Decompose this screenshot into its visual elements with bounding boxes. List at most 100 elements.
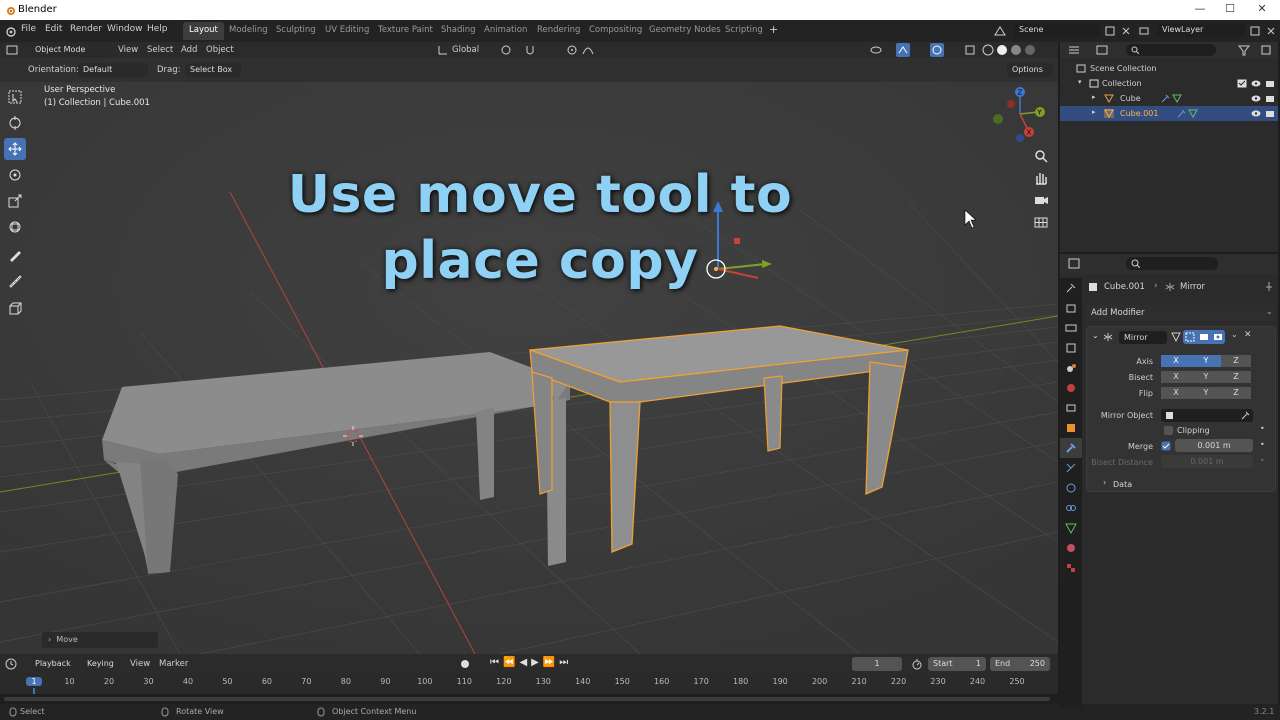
tab-layout[interactable]: Layout bbox=[183, 22, 224, 40]
modifier-name-field[interactable]: Mirror bbox=[1119, 331, 1167, 344]
menu-help[interactable]: Help bbox=[147, 24, 168, 34]
viewport-menu-object[interactable]: Object bbox=[206, 45, 234, 55]
particles-tab-icon[interactable] bbox=[1060, 458, 1082, 478]
orientation-selector[interactable]: Default bbox=[78, 63, 148, 77]
playback-controls[interactable]: ⏮⏪◀▶⏩⏭ bbox=[490, 657, 572, 668]
shading-solid-icon[interactable] bbox=[996, 44, 1008, 56]
texture-tab-icon[interactable] bbox=[1060, 558, 1082, 578]
gizmo-toggle-icon[interactable] bbox=[896, 43, 910, 57]
filter-icon[interactable] bbox=[1238, 44, 1250, 56]
add-modifier-button[interactable]: Add Modifier ⌄ bbox=[1086, 305, 1276, 321]
perspective-toggle-icon[interactable] bbox=[1033, 214, 1049, 230]
on-cage-icon[interactable] bbox=[1185, 332, 1195, 342]
properties-search-input[interactable] bbox=[1126, 257, 1218, 270]
new-collection-icon[interactable] bbox=[1260, 44, 1272, 56]
axis-y-toggle[interactable]: Y bbox=[1191, 355, 1221, 367]
expand-arrow-icon[interactable]: ▸ bbox=[1092, 108, 1096, 116]
current-frame-field[interactable]: 1 bbox=[852, 657, 902, 671]
blender-menu-icon[interactable] bbox=[4, 25, 16, 37]
bisect-y-toggle[interactable]: Y bbox=[1191, 371, 1221, 383]
minimize-button[interactable]: — bbox=[1185, 2, 1215, 18]
properties-editor-icon[interactable] bbox=[1068, 258, 1082, 270]
camera-render-icon[interactable] bbox=[1265, 94, 1275, 103]
timeline-marker-menu[interactable]: Marker bbox=[159, 659, 188, 669]
falloff-icon[interactable] bbox=[582, 44, 594, 56]
visibility-icon[interactable] bbox=[870, 44, 882, 56]
new-view-layer-icon[interactable] bbox=[1249, 25, 1261, 37]
shading-material-icon[interactable] bbox=[1010, 44, 1022, 56]
proportional-edit-icon[interactable] bbox=[566, 44, 578, 56]
display-mode-icon[interactable] bbox=[1096, 45, 1108, 55]
navigation-gizmo[interactable]: Z Y X bbox=[990, 84, 1050, 146]
current-frame-marker[interactable]: 1 bbox=[26, 677, 42, 686]
outliner-row-cube-001[interactable]: ▸ Cube.001 bbox=[1060, 106, 1278, 121]
camera-render-icon[interactable] bbox=[1265, 79, 1275, 88]
physics-tab-icon[interactable] bbox=[1060, 478, 1082, 498]
options-button[interactable]: Options bbox=[1007, 63, 1053, 77]
drag-selector[interactable]: Select Box bbox=[185, 63, 241, 77]
editor-type-icon[interactable] bbox=[6, 44, 20, 56]
last-operator-panel[interactable]: › Move bbox=[42, 632, 158, 648]
data-subpanel-label[interactable]: Data bbox=[1113, 480, 1132, 489]
menu-render[interactable]: Render bbox=[70, 24, 102, 34]
add-cube-tool-icon[interactable] bbox=[4, 298, 26, 320]
shading-wireframe-icon[interactable] bbox=[982, 44, 994, 56]
scale-tool-icon[interactable] bbox=[4, 190, 26, 212]
data-tab-icon[interactable] bbox=[1060, 518, 1082, 538]
collection-tab-icon[interactable] bbox=[1060, 398, 1082, 418]
zoom-icon[interactable] bbox=[1033, 148, 1049, 164]
tab-compositing[interactable]: Compositing bbox=[583, 22, 648, 40]
timeline-scrollbar[interactable] bbox=[0, 694, 1058, 704]
mode-selector[interactable]: Object Mode bbox=[30, 43, 108, 57]
view-layer-selector[interactable]: ViewLayer bbox=[1157, 23, 1245, 37]
flip-x-toggle[interactable]: X bbox=[1161, 387, 1191, 399]
view-layer-tab-icon[interactable] bbox=[1060, 338, 1082, 358]
tab-animation[interactable]: Animation bbox=[478, 22, 533, 40]
menu-file[interactable]: File bbox=[21, 24, 36, 34]
menu-window[interactable]: Window bbox=[107, 24, 143, 34]
keying-menu[interactable]: Keying bbox=[82, 657, 122, 671]
scene-icon[interactable] bbox=[993, 25, 1007, 37]
flip-y-toggle[interactable]: Y bbox=[1191, 387, 1221, 399]
tab-texture-paint[interactable]: Texture Paint bbox=[372, 22, 439, 40]
annotate-tool-icon[interactable] bbox=[4, 244, 26, 266]
checkbox-checked-icon[interactable] bbox=[1237, 79, 1247, 88]
render-toggle-icon[interactable] bbox=[1213, 332, 1223, 342]
pan-hand-icon[interactable] bbox=[1033, 170, 1049, 186]
scene-selector[interactable]: Scene bbox=[1014, 23, 1100, 37]
data-subpanel-arrow-icon[interactable]: › bbox=[1103, 478, 1106, 487]
outliner-row-scene-collection[interactable]: Scene Collection bbox=[1060, 61, 1278, 76]
bisect-x-toggle[interactable]: X bbox=[1161, 371, 1191, 383]
menu-edit[interactable]: Edit bbox=[45, 24, 62, 34]
close-button[interactable]: ✕ bbox=[1247, 2, 1277, 18]
outliner-editor-icon[interactable] bbox=[1068, 45, 1080, 55]
mirror-object-field[interactable] bbox=[1161, 409, 1253, 422]
maximize-button[interactable]: ☐ bbox=[1215, 2, 1245, 18]
realtime-display-icon[interactable] bbox=[1199, 332, 1209, 342]
pin-icon[interactable] bbox=[1264, 281, 1274, 292]
pivot-icon[interactable] bbox=[500, 44, 514, 56]
transform-orientation-icon[interactable] bbox=[437, 44, 449, 56]
tab-modeling[interactable]: Modeling bbox=[223, 22, 274, 40]
modifier-dropdown-icon[interactable]: ⌄ bbox=[1231, 330, 1238, 339]
camera-view-icon[interactable] bbox=[1033, 192, 1049, 208]
keyframe-dot-icon[interactable]: • bbox=[1260, 424, 1265, 433]
measure-tool-icon[interactable] bbox=[4, 270, 26, 292]
transform-tool-icon[interactable] bbox=[4, 216, 26, 238]
overlay-toggle-icon[interactable] bbox=[930, 43, 944, 57]
tab-shading[interactable]: Shading bbox=[435, 22, 482, 40]
modifier-visibility-toggles[interactable] bbox=[1183, 330, 1225, 344]
start-frame-field[interactable]: Start 1 bbox=[928, 657, 986, 671]
select-tool-icon[interactable] bbox=[4, 86, 26, 108]
tab-sculpting[interactable]: Sculpting bbox=[270, 22, 322, 40]
modifier-tab-icon[interactable] bbox=[1060, 438, 1082, 458]
tab-uv-editing[interactable]: UV Editing bbox=[319, 22, 375, 40]
eyedropper-icon[interactable] bbox=[1241, 411, 1250, 420]
scene-tab-icon[interactable] bbox=[1060, 358, 1082, 378]
stopwatch-icon[interactable] bbox=[911, 658, 923, 670]
view-layer-icon[interactable] bbox=[1138, 25, 1150, 37]
timeline-view-menu[interactable]: View bbox=[130, 659, 150, 669]
camera-render-icon[interactable] bbox=[1265, 109, 1275, 118]
object-tab-icon[interactable] bbox=[1060, 418, 1082, 438]
render-tab-icon[interactable] bbox=[1060, 298, 1082, 318]
